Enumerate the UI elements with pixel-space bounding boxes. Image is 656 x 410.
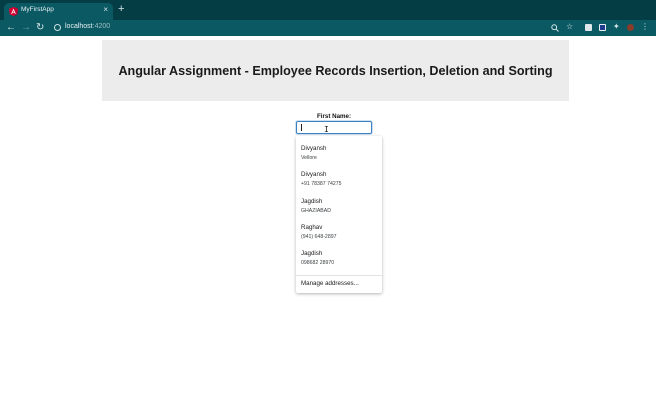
tab-title: MyFirstApp: [21, 6, 54, 13]
autofill-suggestion[interactable]: Divyansh +91 78387 74275: [296, 165, 382, 191]
suggestion-name: Jagdish: [301, 250, 323, 257]
dropdown-divider: [296, 275, 382, 276]
forward-arrow-icon[interactable]: →: [21, 21, 31, 35]
new-tab-button[interactable]: +: [118, 4, 124, 15]
browser-tab-strip: MyFirstApp × +: [0, 0, 656, 20]
suggestion-name: Raghav: [301, 224, 323, 231]
puzzle-extensions-icon[interactable]: ✦: [613, 22, 620, 32]
reload-icon[interactable]: ↻: [36, 21, 44, 35]
url-port: :4200: [92, 23, 111, 30]
browser-toolbar: ← → ↻ localhost:4200 ☆ ✦ ⋮: [0, 20, 656, 36]
suggestion-name: Jagdish: [301, 198, 323, 205]
text-cursor-icon: I: [324, 125, 329, 134]
zoom-search-icon[interactable]: [551, 24, 559, 32]
back-arrow-icon[interactable]: ←: [6, 21, 16, 35]
bookmark-star-icon[interactable]: ☆: [566, 22, 573, 32]
extension-icon[interactable]: [585, 24, 592, 31]
kebab-menu-icon[interactable]: ⋮: [641, 22, 649, 32]
suggestion-name: Divyansh: [301, 171, 327, 178]
autofill-dropdown: Divyansh Vellore Divyansh +91 78387 7427…: [296, 136, 382, 293]
suggestion-name: Divyansh: [301, 145, 327, 152]
extension-video-icon[interactable]: [599, 24, 606, 31]
suggestion-detail: (941) 648-2897: [301, 234, 337, 240]
suggestion-detail: GHAZIABAD: [301, 208, 331, 214]
suggestion-detail: +91 78387 74275: [301, 181, 342, 187]
url-host: localhost: [65, 23, 93, 30]
page-header: Angular Assignment - Employee Records In…: [102, 40, 569, 101]
manage-addresses-link[interactable]: Manage addresses...: [301, 280, 359, 287]
autofill-suggestion[interactable]: Jagdish 098682 28970: [296, 244, 382, 270]
first-name-label: First Name:: [316, 113, 352, 120]
url-text: localhost:4200: [65, 23, 110, 30]
suggestion-detail: 098682 28970: [301, 260, 335, 266]
page-title: Angular Assignment - Employee Records In…: [118, 64, 553, 78]
text-caret: [301, 124, 302, 131]
autofill-suggestion[interactable]: Jagdish GHAZIABAD: [296, 192, 382, 218]
suggestion-detail: Vellore: [301, 155, 317, 161]
profile-avatar-icon[interactable]: [627, 24, 634, 31]
autofill-suggestion[interactable]: Raghav (941) 648-2897: [296, 218, 382, 244]
autofill-suggestion[interactable]: Divyansh Vellore: [296, 139, 382, 165]
address-bar[interactable]: localhost:4200: [51, 22, 581, 34]
first-name-input[interactable]: [296, 121, 372, 134]
site-info-icon[interactable]: [54, 24, 61, 31]
close-icon[interactable]: ×: [103, 5, 108, 15]
angular-icon: [9, 7, 18, 16]
browser-tab[interactable]: MyFirstApp ×: [4, 3, 113, 20]
